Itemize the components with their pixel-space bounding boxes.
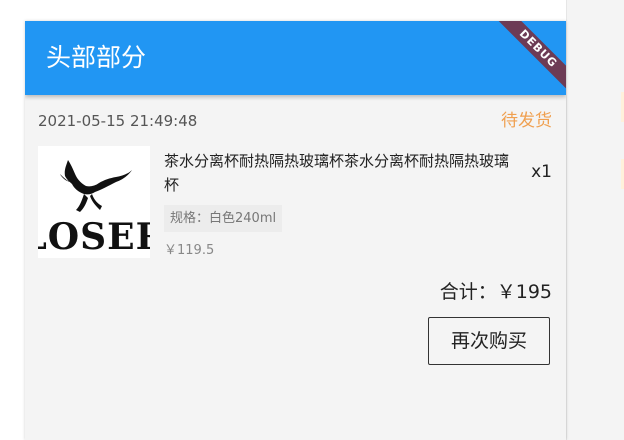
order-status: 待发货 — [501, 111, 552, 131]
eagle-logo-image: LOSER — [38, 146, 150, 258]
product-price: ￥119.5 — [164, 243, 215, 258]
logo-wordmark: LOSER — [38, 216, 150, 258]
order-total: 合计：￥195 — [439, 281, 552, 303]
product-name: 茶水分离杯耐热隔热玻璃杯茶水分离杯耐热隔热玻璃杯 — [164, 152, 510, 194]
rebuy-button[interactable]: 再次购买 — [428, 317, 550, 365]
app-screen: 头部部分 DEBUG 2021-05-15 21:49:48 待发货 LOSER… — [25, 21, 566, 440]
product-thumbnail[interactable]: LOSER — [38, 146, 150, 258]
product-quantity: x1 — [531, 162, 552, 182]
app-bar-title: 头部部分 — [46, 43, 147, 72]
order-datetime: 2021-05-15 21:49:48 — [38, 112, 198, 130]
side-panel — [566, 0, 624, 440]
app-bar: 头部部分 — [25, 21, 566, 95]
product-spec-tag: 规格：白色240ml — [164, 205, 283, 232]
